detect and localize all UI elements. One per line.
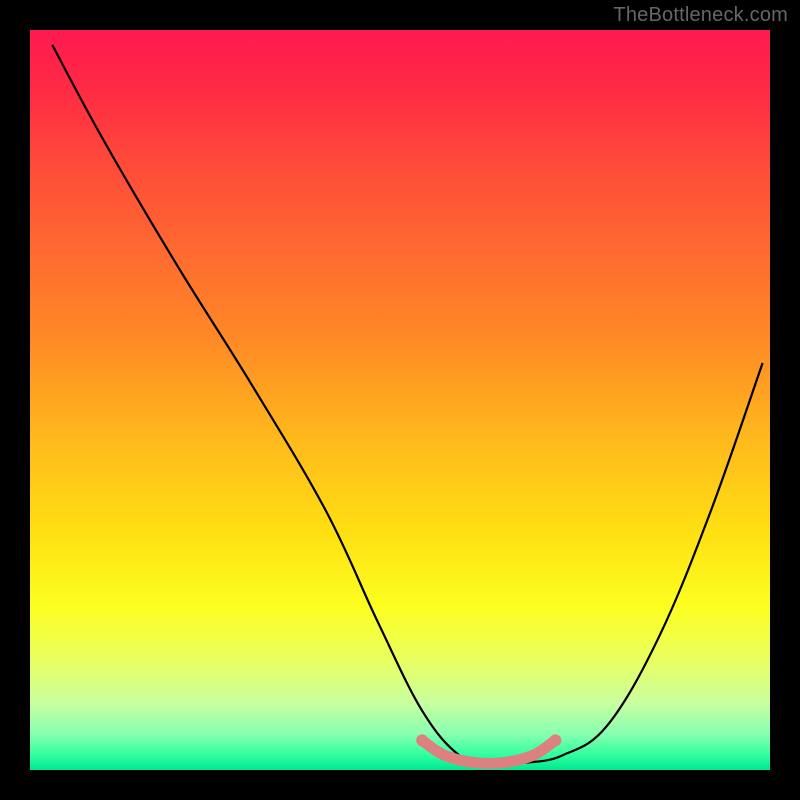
highlight-dot-right bbox=[549, 734, 561, 746]
bottleneck-curve-path bbox=[52, 45, 762, 764]
curve-svg bbox=[30, 30, 770, 770]
highlight-dot-left bbox=[416, 734, 428, 746]
plot-area bbox=[30, 30, 770, 770]
highlight-band-path bbox=[422, 740, 555, 763]
watermark-text: TheBottleneck.com bbox=[613, 4, 788, 27]
chart-frame: TheBottleneck.com bbox=[0, 0, 800, 800]
